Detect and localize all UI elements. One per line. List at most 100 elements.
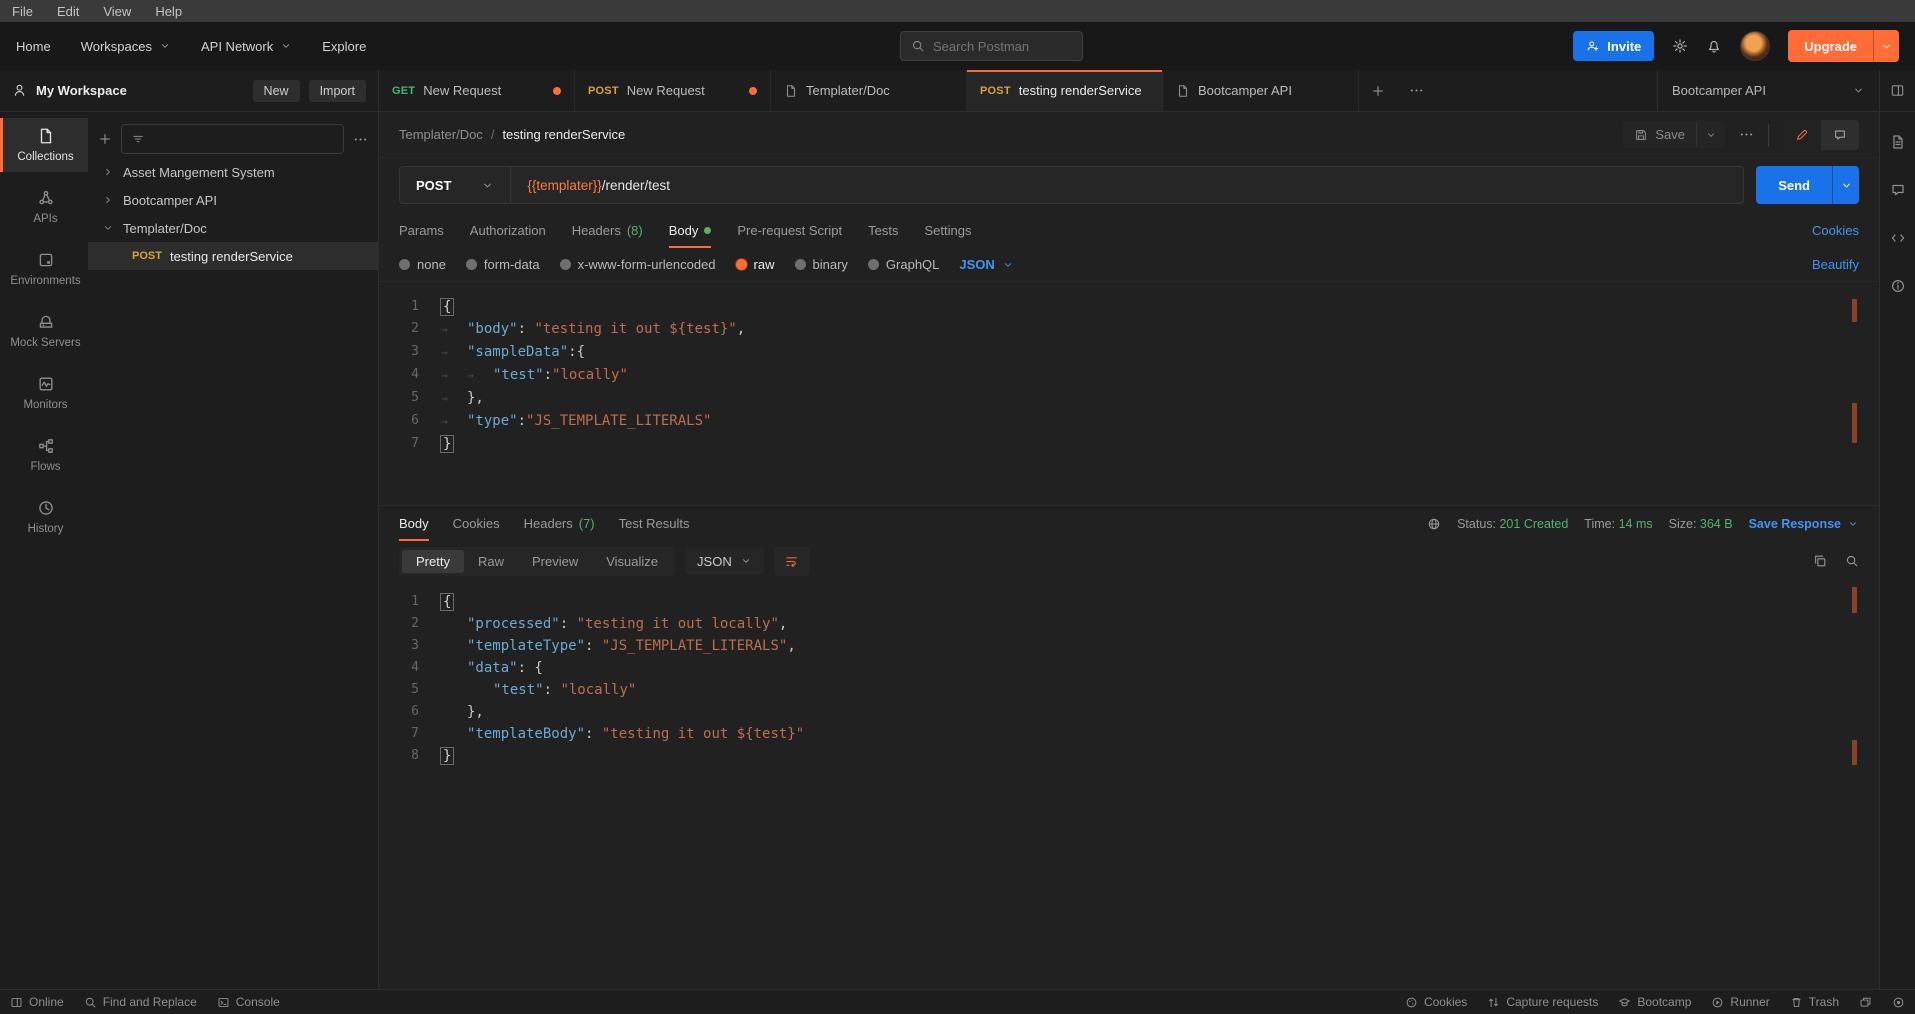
tab-authorization[interactable]: Authorization (470, 212, 546, 248)
invite-button[interactable]: Invite (1573, 31, 1654, 61)
tree-collection-item[interactable]: Bootcamper API (88, 186, 378, 214)
request-tab[interactable]: POSTNew Request (575, 70, 771, 111)
scrollbar-mark[interactable] (1852, 299, 1857, 322)
search-icon[interactable] (1845, 554, 1859, 568)
settings-gear-icon[interactable] (1672, 38, 1688, 54)
tab-pre-request-script[interactable]: Pre-request Script (737, 212, 842, 248)
response-tab-body[interactable]: Body (399, 506, 429, 541)
format-tab-visualize[interactable]: Visualize (592, 550, 672, 573)
copy-icon[interactable] (1813, 554, 1827, 568)
format-tab-pretty[interactable]: Pretty (402, 550, 464, 573)
request-body-editor[interactable]: 1{2"body": "testing it out ${test}",3"sa… (379, 282, 1879, 505)
menu-view[interactable]: View (103, 4, 131, 19)
sidebar-item-monitors[interactable]: Monitors (0, 366, 88, 420)
response-language-dropdown[interactable]: JSON (685, 548, 764, 575)
statusbar-find-and-replace[interactable]: Find and Replace (84, 995, 197, 1009)
response-body-viewer[interactable]: 1{2"processed": "testing it out locally"… (379, 581, 1879, 989)
statusbar-help[interactable] (1892, 996, 1905, 1009)
add-plus-icon[interactable] (98, 132, 112, 146)
nav-workspaces[interactable]: Workspaces (81, 39, 171, 54)
chevron-right-icon[interactable] (102, 166, 114, 178)
url-input[interactable]: {{templater}}/render/test (511, 178, 686, 193)
search-input[interactable] (933, 39, 1063, 54)
nav-explore[interactable]: Explore (322, 39, 366, 54)
method-selector[interactable]: POST (400, 167, 511, 203)
response-tab-test-results[interactable]: Test Results (619, 506, 690, 541)
wrap-text-button[interactable] (774, 547, 810, 576)
upgrade-button[interactable]: Upgrade (1788, 30, 1899, 62)
response-tab-headers[interactable]: Headers(7) (524, 506, 595, 541)
body-mode-none[interactable]: none (399, 257, 446, 272)
body-language-dropdown[interactable]: JSON (959, 257, 1013, 272)
breadcrumb-request-name[interactable]: testing renderService (502, 127, 625, 142)
statusbar-trash[interactable]: Trash (1790, 995, 1839, 1009)
format-tab-preview[interactable]: Preview (518, 550, 592, 573)
environment-quick-look[interactable] (1879, 70, 1915, 111)
new-button[interactable]: New (253, 80, 300, 102)
nav-api-network[interactable]: API Network (201, 39, 292, 54)
cookies-link[interactable]: Cookies (1812, 223, 1859, 238)
import-button[interactable]: Import (309, 80, 366, 102)
user-avatar[interactable] (1740, 31, 1770, 61)
sidebar-item-flows[interactable]: Flows (0, 428, 88, 482)
response-tab-cookies[interactable]: Cookies (453, 506, 500, 541)
tab-headers[interactable]: Headers(8) (572, 212, 643, 248)
tab-tests[interactable]: Tests (868, 212, 898, 248)
format-tab-raw[interactable]: Raw (464, 550, 518, 573)
documentation-icon[interactable] (1890, 134, 1906, 150)
menu-edit[interactable]: Edit (57, 4, 79, 19)
request-tab[interactable]: Templater/Doc (771, 70, 967, 111)
chevron-right-icon[interactable] (102, 194, 114, 206)
sidebar-item-mock-servers[interactable]: Mock Servers (0, 304, 88, 358)
scrollbar-mark[interactable] (1852, 403, 1857, 443)
tab-body[interactable]: Body (669, 212, 712, 248)
statusbar-cookies[interactable]: Cookies (1405, 995, 1467, 1009)
tab-params[interactable]: Params (399, 212, 444, 248)
body-mode-x-www-form-urlencoded[interactable]: x-www-form-urlencoded (560, 257, 716, 272)
sidebar-item-history[interactable]: History (0, 490, 88, 544)
request-tab[interactable]: GETNew Request (379, 70, 575, 111)
more-options-icon[interactable] (1739, 127, 1754, 142)
notifications-bell-icon[interactable] (1706, 38, 1722, 54)
chevron-down-icon[interactable] (1696, 123, 1725, 147)
tree-filter-input[interactable] (153, 132, 334, 147)
sidebar-item-apis[interactable]: APIs (0, 180, 88, 234)
tree-collection-item[interactable]: Asset Mangement System (88, 158, 378, 186)
workspace-title[interactable]: My Workspace (36, 83, 127, 98)
tree-filter-box[interactable] (121, 124, 344, 154)
scrollbar-mark[interactable] (1852, 740, 1857, 765)
body-mode-form-data[interactable]: form-data (466, 257, 540, 272)
breadcrumb-folder[interactable]: Templater/Doc (399, 127, 483, 142)
code-snippet-icon[interactable] (1890, 230, 1906, 246)
menu-file[interactable]: File (12, 4, 33, 19)
global-search[interactable] (900, 31, 1083, 61)
statusbar-windows[interactable] (1859, 996, 1872, 1009)
save-button[interactable]: Save (1623, 121, 1696, 148)
info-icon[interactable] (1890, 278, 1906, 294)
more-options-icon[interactable] (353, 132, 368, 147)
sidebar-item-collections[interactable]: Collections (0, 118, 88, 172)
new-tab-button[interactable] (1359, 70, 1397, 111)
save-response-button[interactable]: Save Response (1749, 517, 1859, 531)
request-tab[interactable]: Bootcamper API (1163, 70, 1359, 111)
send-button[interactable]: Send (1756, 166, 1832, 204)
statusbar-bootcamp[interactable]: Bootcamp (1618, 995, 1691, 1009)
chevron-down-icon[interactable] (1832, 166, 1859, 204)
statusbar-capture-requests[interactable]: Capture requests (1487, 995, 1598, 1009)
beautify-link[interactable]: Beautify (1812, 257, 1859, 272)
tree-request-item[interactable]: POSTtesting renderService (88, 242, 378, 270)
comment-button[interactable] (1821, 120, 1859, 150)
sidebar-item-environments[interactable]: Environments (0, 242, 88, 296)
statusbar-online[interactable]: Online (10, 995, 64, 1009)
chevron-down-icon[interactable] (1873, 30, 1899, 62)
scrollbar-mark[interactable] (1852, 587, 1857, 613)
menu-help[interactable]: Help (155, 4, 182, 19)
comments-icon[interactable] (1890, 182, 1906, 198)
statusbar-runner[interactable]: Runner (1711, 995, 1769, 1009)
tab-options-icon[interactable] (1397, 70, 1435, 111)
tab-settings[interactable]: Settings (924, 212, 971, 248)
statusbar-console[interactable]: Console (217, 995, 280, 1009)
nav-home[interactable]: Home (16, 39, 51, 54)
body-mode-graphql[interactable]: GraphQL (868, 257, 939, 272)
body-mode-raw[interactable]: raw (736, 257, 775, 272)
